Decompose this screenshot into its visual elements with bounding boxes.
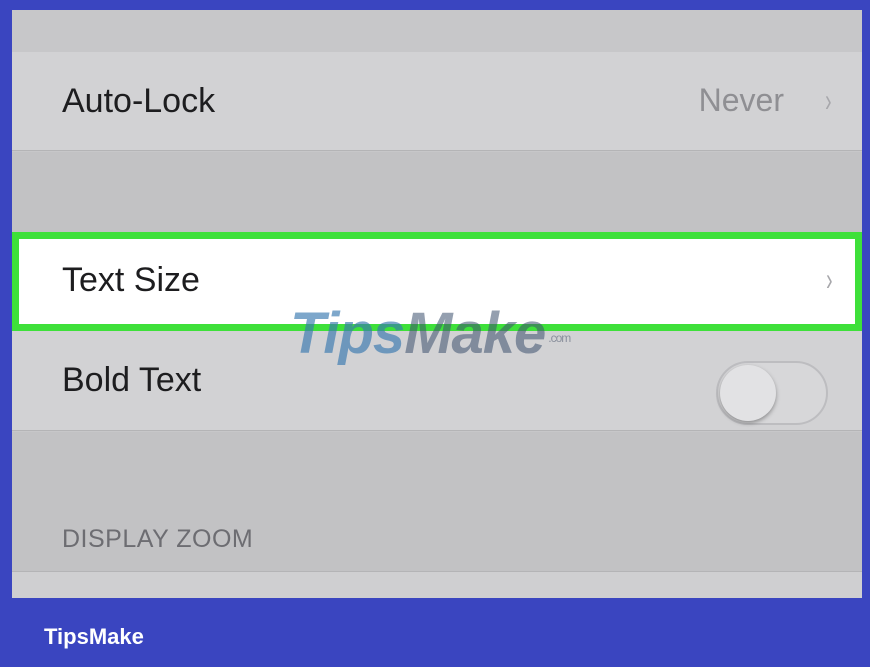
watermark-logo: TipsMake .com: [290, 300, 571, 367]
footer-brand: TipsMake: [44, 624, 144, 649]
image-frame: Auto-Lock Never › Text Size › Bold Text …: [0, 0, 870, 667]
watermark-make: Make: [404, 301, 546, 366]
watermark-tips: Tips: [290, 301, 405, 366]
chevron-right-icon: ›: [825, 82, 832, 118]
watermark-suffix: .com: [548, 330, 571, 345]
text-size-label: Text Size: [62, 261, 200, 299]
top-section-strip: [12, 10, 862, 53]
bold-text-toggle[interactable]: [716, 361, 828, 425]
toggle-knob: [720, 365, 776, 421]
auto-lock-value: Never: [698, 82, 784, 118]
chevron-right-icon: ›: [826, 261, 833, 297]
display-zoom-header: DISPLAY ZOOM: [62, 525, 254, 553]
display-zoom-row-top: [12, 571, 862, 598]
group-separator: [12, 152, 862, 232]
auto-lock-row[interactable]: Auto-Lock Never ›: [12, 52, 862, 151]
auto-lock-label: Auto-Lock: [62, 82, 216, 120]
bold-text-label: Bold Text: [62, 361, 202, 399]
